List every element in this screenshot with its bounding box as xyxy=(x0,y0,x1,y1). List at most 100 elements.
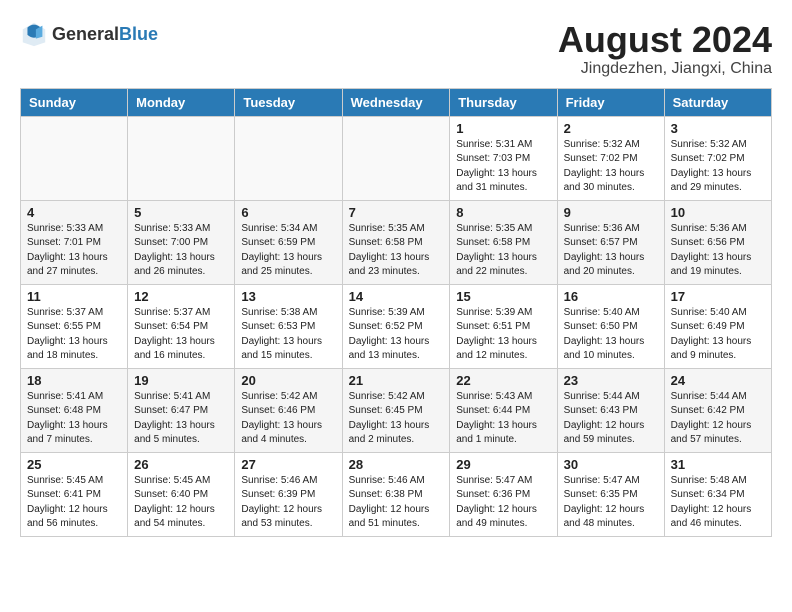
day-info: Sunrise: 5:36 AM Sunset: 6:56 PM Dayligh… xyxy=(671,222,765,280)
day-number: 25 xyxy=(27,457,121,472)
calendar-cell: 7 Sunrise: 5:35 AM Sunset: 6:58 PM Daylig… xyxy=(342,200,450,284)
calendar-cell: 25 Sunrise: 5:45 AM Sunset: 6:41 PM Dayli… xyxy=(21,452,128,536)
day-number: 24 xyxy=(671,373,765,388)
title-area: August 2024 Jingdezhen, Jiangxi, China xyxy=(558,20,772,78)
calendar-cell: 18 Sunrise: 5:41 AM Sunset: 6:48 PM Dayli… xyxy=(21,368,128,452)
day-info: Sunrise: 5:40 AM Sunset: 6:49 PM Dayligh… xyxy=(671,306,765,364)
calendar-cell: 27 Sunrise: 5:46 AM Sunset: 6:39 PM Dayli… xyxy=(235,452,342,536)
day-info: Sunrise: 5:42 AM Sunset: 6:46 PM Dayligh… xyxy=(241,390,335,448)
day-number: 27 xyxy=(241,457,335,472)
day-number: 20 xyxy=(241,373,335,388)
calendar-cell: 9 Sunrise: 5:36 AM Sunset: 6:57 PM Daylig… xyxy=(557,200,664,284)
calendar-cell xyxy=(342,116,450,200)
location-title: Jingdezhen, Jiangxi, China xyxy=(558,60,772,78)
day-info: Sunrise: 5:38 AM Sunset: 6:53 PM Dayligh… xyxy=(241,306,335,364)
day-number: 16 xyxy=(564,289,658,304)
header: GeneralBlue August 2024 Jingdezhen, Jian… xyxy=(20,20,772,78)
day-info: Sunrise: 5:41 AM Sunset: 6:47 PM Dayligh… xyxy=(134,390,228,448)
calendar-cell: 4 Sunrise: 5:33 AM Sunset: 7:01 PM Daylig… xyxy=(21,200,128,284)
day-number: 29 xyxy=(456,457,550,472)
logo-general: General xyxy=(52,24,119,44)
day-info: Sunrise: 5:41 AM Sunset: 6:48 PM Dayligh… xyxy=(27,390,121,448)
day-info: Sunrise: 5:32 AM Sunset: 7:02 PM Dayligh… xyxy=(564,138,658,196)
weekday-header-sunday: Sunday xyxy=(21,88,128,116)
day-number: 4 xyxy=(27,205,121,220)
day-info: Sunrise: 5:46 AM Sunset: 6:38 PM Dayligh… xyxy=(349,474,444,532)
day-info: Sunrise: 5:47 AM Sunset: 6:35 PM Dayligh… xyxy=(564,474,658,532)
calendar-cell: 1 Sunrise: 5:31 AM Sunset: 7:03 PM Daylig… xyxy=(450,116,557,200)
weekday-header-row: SundayMondayTuesdayWednesdayThursdayFrid… xyxy=(21,88,772,116)
day-number: 31 xyxy=(671,457,765,472)
calendar-cell: 6Sunrise: 5:34 AM Sunset: 6:59 PM Daylig… xyxy=(235,200,342,284)
calendar-cell: 31 Sunrise: 5:48 AM Sunset: 6:34 PM Dayli… xyxy=(664,452,771,536)
logo-text: GeneralBlue xyxy=(52,24,158,45)
day-number: 14 xyxy=(349,289,444,304)
day-info: Sunrise: 5:35 AM Sunset: 6:58 PM Dayligh… xyxy=(456,222,550,280)
day-info: Sunrise: 5:31 AM Sunset: 7:03 PM Dayligh… xyxy=(456,138,550,196)
day-number: 11 xyxy=(27,289,121,304)
calendar-cell: 22 Sunrise: 5:43 AM Sunset: 6:44 PM Dayli… xyxy=(450,368,557,452)
calendar-cell: 2 Sunrise: 5:32 AM Sunset: 7:02 PM Daylig… xyxy=(557,116,664,200)
day-info: Sunrise: 5:39 AM Sunset: 6:51 PM Dayligh… xyxy=(456,306,550,364)
day-number: 22 xyxy=(456,373,550,388)
calendar-cell: 10 Sunrise: 5:36 AM Sunset: 6:56 PM Dayli… xyxy=(664,200,771,284)
day-info: Sunrise: 5:43 AM Sunset: 6:44 PM Dayligh… xyxy=(456,390,550,448)
weekday-header-monday: Monday xyxy=(128,88,235,116)
day-number: 28 xyxy=(349,457,444,472)
day-info: Sunrise: 5:32 AM Sunset: 7:02 PM Dayligh… xyxy=(671,138,765,196)
day-number: 8 xyxy=(456,205,550,220)
logo-blue: Blue xyxy=(119,24,158,44)
calendar-week-2: 4 Sunrise: 5:33 AM Sunset: 7:01 PM Daylig… xyxy=(21,200,772,284)
calendar-cell: 11 Sunrise: 5:37 AM Sunset: 6:55 PM Dayli… xyxy=(21,284,128,368)
day-info: Sunrise: 5:45 AM Sunset: 6:41 PM Dayligh… xyxy=(27,474,121,532)
day-info: Sunrise: 5:48 AM Sunset: 6:34 PM Dayligh… xyxy=(671,474,765,532)
day-info: Sunrise: 5:33 AM Sunset: 7:00 PM Dayligh… xyxy=(134,222,228,280)
day-number: 7 xyxy=(349,205,444,220)
day-number: 9 xyxy=(564,205,658,220)
calendar-cell: 23 Sunrise: 5:44 AM Sunset: 6:43 PM Dayli… xyxy=(557,368,664,452)
day-info: Sunrise: 5:37 AM Sunset: 6:55 PM Dayligh… xyxy=(27,306,121,364)
month-title: August 2024 xyxy=(558,20,772,60)
calendar-cell: 17 Sunrise: 5:40 AM Sunset: 6:49 PM Dayli… xyxy=(664,284,771,368)
day-info: Sunrise: 5:44 AM Sunset: 6:43 PM Dayligh… xyxy=(564,390,658,448)
day-info: Sunrise: 5:33 AM Sunset: 7:01 PM Dayligh… xyxy=(27,222,121,280)
weekday-header-friday: Friday xyxy=(557,88,664,116)
weekday-header-saturday: Saturday xyxy=(664,88,771,116)
day-info: Sunrise: 5:46 AM Sunset: 6:39 PM Dayligh… xyxy=(241,474,335,532)
calendar-cell: 21Sunrise: 5:42 AM Sunset: 6:45 PM Dayli… xyxy=(342,368,450,452)
day-info: Sunrise: 5:36 AM Sunset: 6:57 PM Dayligh… xyxy=(564,222,658,280)
calendar-cell: 5 Sunrise: 5:33 AM Sunset: 7:00 PM Daylig… xyxy=(128,200,235,284)
day-info: Sunrise: 5:40 AM Sunset: 6:50 PM Dayligh… xyxy=(564,306,658,364)
calendar-cell: 29 Sunrise: 5:47 AM Sunset: 6:36 PM Dayli… xyxy=(450,452,557,536)
calendar-cell: 13Sunrise: 5:38 AM Sunset: 6:53 PM Dayli… xyxy=(235,284,342,368)
day-info: Sunrise: 5:45 AM Sunset: 6:40 PM Dayligh… xyxy=(134,474,228,532)
calendar-cell: 15Sunrise: 5:39 AM Sunset: 6:51 PM Dayli… xyxy=(450,284,557,368)
calendar-cell: 30 Sunrise: 5:47 AM Sunset: 6:35 PM Dayli… xyxy=(557,452,664,536)
calendar-table: SundayMondayTuesdayWednesdayThursdayFrid… xyxy=(20,88,772,537)
calendar-week-1: 1 Sunrise: 5:31 AM Sunset: 7:03 PM Daylig… xyxy=(21,116,772,200)
day-number: 30 xyxy=(564,457,658,472)
calendar-cell: 8 Sunrise: 5:35 AM Sunset: 6:58 PM Daylig… xyxy=(450,200,557,284)
calendar-cell xyxy=(21,116,128,200)
day-number: 26 xyxy=(134,457,228,472)
day-number: 19 xyxy=(134,373,228,388)
day-number: 18 xyxy=(27,373,121,388)
day-number: 2 xyxy=(564,121,658,136)
day-info: Sunrise: 5:47 AM Sunset: 6:36 PM Dayligh… xyxy=(456,474,550,532)
day-number: 23 xyxy=(564,373,658,388)
day-number: 5 xyxy=(134,205,228,220)
calendar-week-4: 18 Sunrise: 5:41 AM Sunset: 6:48 PM Dayli… xyxy=(21,368,772,452)
day-info: Sunrise: 5:35 AM Sunset: 6:58 PM Dayligh… xyxy=(349,222,444,280)
day-number: 10 xyxy=(671,205,765,220)
day-info: Sunrise: 5:44 AM Sunset: 6:42 PM Dayligh… xyxy=(671,390,765,448)
day-number: 17 xyxy=(671,289,765,304)
day-number: 6 xyxy=(241,205,335,220)
day-number: 1 xyxy=(456,121,550,136)
calendar-cell: 26 Sunrise: 5:45 AM Sunset: 6:40 PM Dayli… xyxy=(128,452,235,536)
calendar-cell: 16 Sunrise: 5:40 AM Sunset: 6:50 PM Dayli… xyxy=(557,284,664,368)
calendar-cell: 14Sunrise: 5:39 AM Sunset: 6:52 PM Dayli… xyxy=(342,284,450,368)
calendar-cell: 28 Sunrise: 5:46 AM Sunset: 6:38 PM Dayli… xyxy=(342,452,450,536)
logo-icon xyxy=(20,20,48,48)
day-number: 3 xyxy=(671,121,765,136)
day-number: 12 xyxy=(134,289,228,304)
